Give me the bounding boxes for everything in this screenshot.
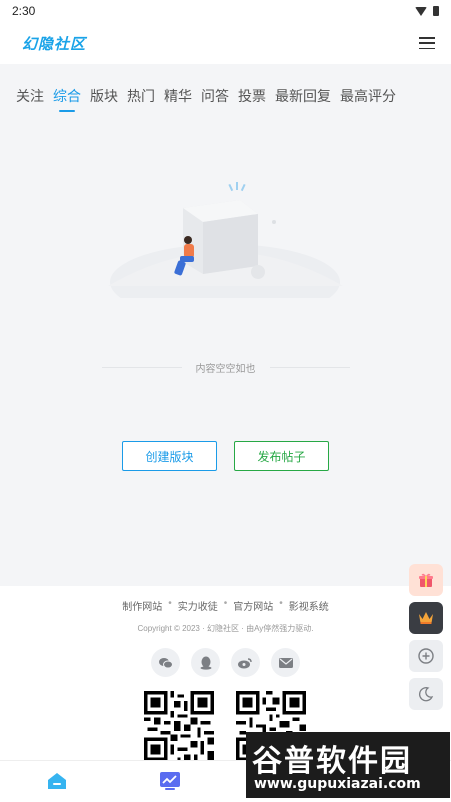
weibo-icon[interactable] xyxy=(231,648,260,677)
tab-vote[interactable]: 投票 xyxy=(238,86,266,110)
watermark-url: www.gupuxiazai.com xyxy=(254,776,421,792)
footer-link-apprentice[interactable]: 实力收徒 xyxy=(178,598,218,613)
footer-link-video-system[interactable]: 影视系统 xyxy=(289,598,329,613)
social-links xyxy=(0,648,451,677)
status-bar: 2:30 xyxy=(0,0,451,22)
battery-icon xyxy=(433,6,439,16)
category-tabs: 关注 综合 版块 热门 精华 问答 投票 最新回复 最高评分 xyxy=(16,86,405,110)
site-logo[interactable]: 幻隐社区 xyxy=(22,33,86,54)
mail-icon[interactable] xyxy=(271,648,300,677)
floating-toolbar xyxy=(409,564,443,710)
wifi-icon xyxy=(415,6,427,16)
footer-link-make-site[interactable]: 制作网站 xyxy=(122,598,162,613)
home-tab-icon[interactable] xyxy=(46,771,68,791)
qq-icon[interactable] xyxy=(191,648,220,677)
crown-icon[interactable] xyxy=(409,602,443,634)
dark-mode-icon[interactable] xyxy=(409,678,443,710)
watermark-banner: 谷普软件园 www.gupuxiazai.com xyxy=(246,732,450,798)
tab-sections[interactable]: 版块 xyxy=(90,86,118,110)
tab-general[interactable]: 综合 xyxy=(53,86,81,110)
trend-tab-icon[interactable] xyxy=(159,771,181,791)
status-time: 2:30 xyxy=(12,4,36,18)
footer-link-official[interactable]: 官方网站 xyxy=(233,598,273,613)
tab-top-rated[interactable]: 最高评分 xyxy=(340,86,396,110)
empty-state-text: 内容空空如也 xyxy=(195,364,256,375)
tab-featured[interactable]: 精华 xyxy=(164,86,192,110)
watermark-title: 谷普软件园 xyxy=(252,744,412,779)
create-section-button[interactable]: 创建版块 xyxy=(122,441,217,471)
tab-latest-reply[interactable]: 最新回复 xyxy=(275,86,331,110)
qr-code-left xyxy=(144,691,214,761)
publish-post-button[interactable]: 发布帖子 xyxy=(234,441,329,471)
footer-links: 制作网站 • 实力收徒 • 官方网站 • 影视系统 xyxy=(122,598,329,613)
tab-hot[interactable]: 热门 xyxy=(127,86,155,110)
empty-illustration xyxy=(108,182,343,298)
tab-follow[interactable]: 关注 xyxy=(16,86,44,110)
gift-icon[interactable] xyxy=(409,564,443,596)
menu-icon[interactable] xyxy=(419,37,435,49)
copyright-text: Copyright © 2023 · 幻隐社区 · 由Ay停然强力驱动. xyxy=(137,624,314,633)
wechat-icon[interactable] xyxy=(151,648,180,677)
tab-qa[interactable]: 问答 xyxy=(201,86,229,110)
add-circle-icon[interactable] xyxy=(409,640,443,672)
app-header: 幻隐社区 xyxy=(0,22,451,64)
